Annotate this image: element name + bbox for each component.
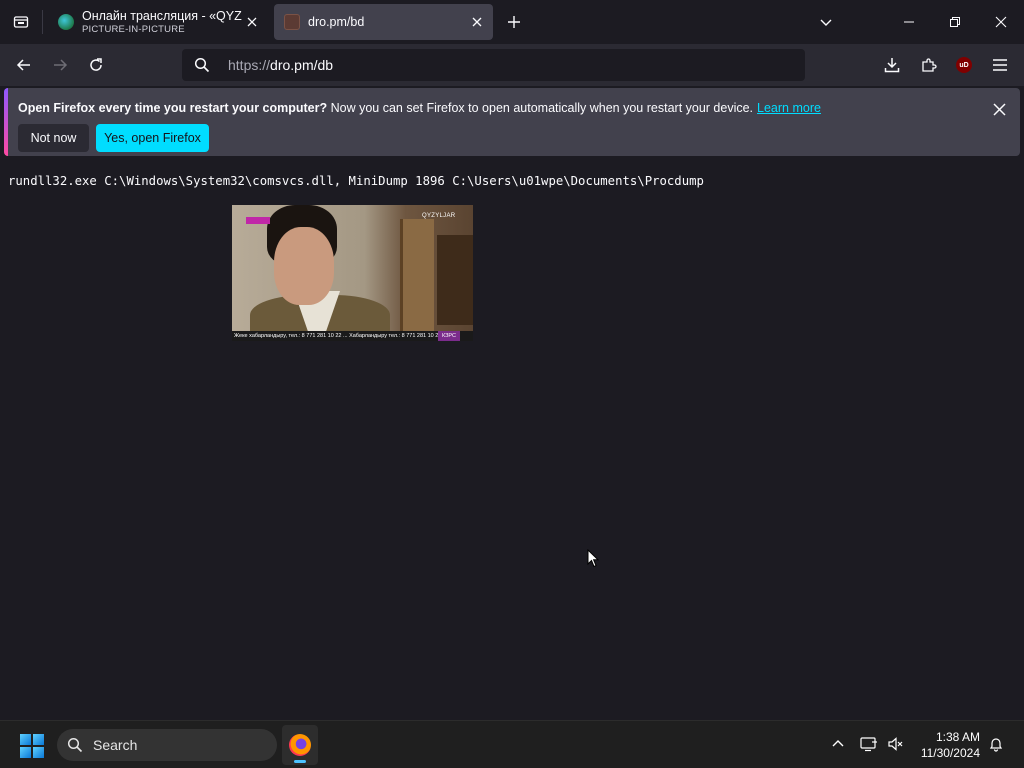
not-now-button[interactable]: Not now: [18, 124, 89, 152]
network-status-button[interactable]: [858, 733, 880, 755]
learn-more-link[interactable]: Learn more: [757, 101, 821, 115]
notification-message: Open Firefox every time you restart your…: [18, 101, 821, 115]
puzzle-icon: [922, 58, 937, 72]
tab-dro-pm[interactable]: dro.pm/bd: [274, 4, 493, 40]
picture-in-picture-video[interactable]: QYZYLJAR Жеке хабарландыру, тел.: 8 771 …: [232, 205, 473, 341]
close-tab-icon[interactable]: [244, 14, 260, 30]
notification-body: Now you can set Firefox to open automati…: [327, 101, 754, 115]
tab-title: Онлайн трансляция - «QYZYL: [82, 9, 242, 23]
bell-icon: [989, 738, 1003, 752]
list-all-tabs-button[interactable]: [814, 10, 838, 34]
restore-button[interactable]: [932, 0, 978, 44]
chevron-up-icon: [832, 740, 844, 747]
ticker-badge: КЗРС: [438, 331, 460, 341]
search-icon: [194, 57, 210, 78]
volume-button[interactable]: [885, 733, 907, 755]
site-favicon-icon: [284, 14, 300, 30]
extensions-button[interactable]: [915, 51, 943, 79]
windows-taskbar: Search 1:38 AM 11/30/2024: [0, 720, 1024, 768]
tab-divider: [42, 10, 43, 34]
close-tab-icon[interactable]: [469, 14, 485, 30]
taskbar-search-box[interactable]: Search: [57, 729, 277, 761]
ublock-origin-button[interactable]: uD: [950, 51, 978, 79]
firefox-view-icon: [13, 16, 29, 28]
channel-logo-badge: [246, 217, 270, 224]
plus-icon: [508, 16, 520, 28]
app-menu-button[interactable]: [986, 51, 1014, 79]
speaker-muted-icon: [888, 737, 903, 751]
chevron-down-icon: [820, 19, 832, 26]
windows-logo-tile: [20, 747, 31, 758]
hamburger-menu-icon: [993, 59, 1007, 71]
command-text: rundll32.exe C:\Windows\System32\comsvcs…: [8, 174, 704, 188]
show-hidden-icons-button[interactable]: [827, 733, 849, 755]
reload-icon: [90, 58, 102, 71]
windows-logo-icon: [20, 734, 31, 745]
arrow-right-icon: [54, 59, 68, 71]
notification-heading: Open Firefox every time you restart your…: [18, 101, 328, 115]
tab-subtitle: PICTURE-IN-PICTURE: [82, 24, 185, 35]
downloads-button[interactable]: [878, 51, 906, 79]
tab-pip-stream[interactable]: Онлайн трансляция - «QYZYL PICTURE-IN-PI…: [48, 4, 268, 40]
minimize-icon: [904, 21, 914, 23]
video-shelf: [437, 235, 473, 325]
new-tab-button[interactable]: [502, 10, 526, 34]
taskbar-firefox-button[interactable]: [282, 725, 318, 765]
clock-time: 1:38 AM: [935, 730, 980, 744]
arrow-left-icon: [16, 59, 30, 71]
reload-button[interactable]: [82, 51, 110, 79]
notifications-button[interactable]: [985, 733, 1007, 755]
video-person-face: [274, 227, 334, 305]
default-browser-notification: Open Firefox every time you restart your…: [4, 88, 1020, 156]
url-scheme: https://: [228, 57, 271, 73]
search-label: Search: [93, 737, 138, 753]
ublock-shield-icon: uD: [956, 57, 972, 73]
forward-button[interactable]: [46, 51, 74, 79]
close-window-button[interactable]: [978, 0, 1024, 44]
close-notification-button[interactable]: [988, 98, 1010, 120]
windows-logo-tile: [33, 734, 44, 745]
close-icon: [992, 102, 1006, 116]
channel-name: QYZYLJAR: [422, 213, 456, 219]
navigation-toolbar: https://dro.pm/db uD: [0, 44, 1024, 86]
news-ticker: Жеке хабарландыру, тел.: 8 771 281 10 22…: [232, 331, 473, 341]
clock-date: 11/30/2024: [920, 746, 980, 760]
url-bar[interactable]: https://dro.pm/db: [182, 49, 805, 81]
close-icon: [995, 16, 1007, 28]
video-door: [400, 219, 434, 331]
search-icon: [67, 737, 83, 758]
url-text[interactable]: https://dro.pm/db: [228, 57, 333, 73]
notification-accent-bar: [4, 88, 8, 156]
monitor-icon: [860, 737, 877, 752]
url-host-path: dro.pm/db: [270, 57, 334, 73]
firefox-logo-icon: [289, 734, 311, 756]
tab-title: dro.pm/bd: [308, 15, 365, 29]
restore-icon: [950, 17, 960, 27]
download-icon: [884, 58, 900, 73]
page-content: rundll32.exe C:\Windows\System32\comsvcs…: [0, 160, 1024, 720]
active-app-indicator: [294, 760, 306, 763]
windows-logo-tile: [33, 747, 44, 758]
start-button[interactable]: [20, 734, 44, 758]
minimize-button[interactable]: [886, 0, 932, 44]
mouse-cursor-icon: [587, 548, 600, 573]
system-clock[interactable]: 1:38 AM 11/30/2024: [912, 729, 980, 761]
back-button[interactable]: [10, 51, 38, 79]
firefox-view-button[interactable]: [0, 0, 42, 44]
site-favicon-icon: [58, 14, 74, 30]
yes-open-firefox-button[interactable]: Yes, open Firefox: [96, 124, 209, 152]
tab-strip: Онлайн трансляция - «QYZYL PICTURE-IN-PI…: [0, 0, 1024, 44]
